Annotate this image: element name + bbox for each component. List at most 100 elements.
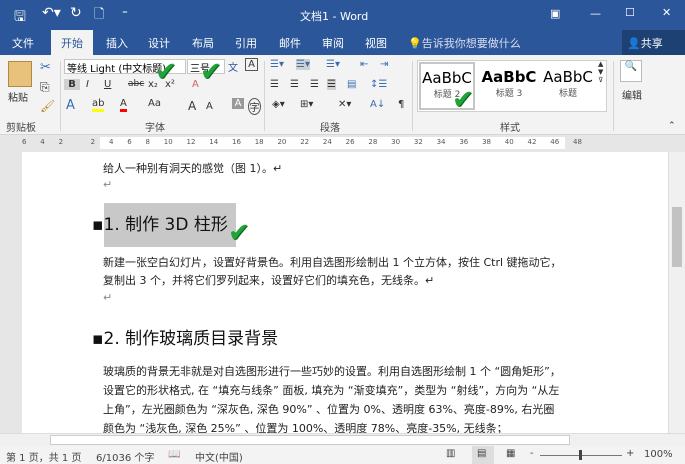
sort-icon[interactable]: A↓ [370,99,385,110]
styles-scroll-up-icon[interactable]: ▲ ▼ ⊽ [598,60,603,84]
tab-layout[interactable]: 布局 [192,35,214,51]
heading-1-text: 1. 制作 3D 柱形 [103,203,236,247]
scroll-thumb[interactable] [672,207,682,267]
editing-button[interactable]: 编辑 [622,87,642,102]
ruler-tick-label: 10 [163,138,173,146]
scroll-thumb[interactable] [50,435,570,445]
strikethrough-button[interactable]: abc [128,79,144,89]
horizontal-ruler[interactable]: 6 4 2 2 4 6 8 10 12 14 16 18 20 22 24 26 28 30 32 34 36 38 40 4… [0,135,685,152]
word-count[interactable]: 6/1036 个字 [96,449,154,464]
clear-formatting-icon[interactable]: A [192,79,199,90]
line-spacing-icon[interactable]: ↕☰ [370,79,387,90]
zoom-slider-thumb[interactable] [579,450,582,460]
close-button[interactable]: ✕ [662,6,671,19]
ribbon-display-icon[interactable]: ▣ [550,7,560,20]
align-left-icon[interactable]: ☰ [270,79,279,90]
maximize-button[interactable]: ☐ [625,6,635,19]
ruler-tick-label: 14 [209,138,219,146]
print-preview-icon[interactable]: 🗋 [94,5,104,27]
tab-references[interactable]: 引用 [235,35,257,51]
tab-insert[interactable]: 插入 [106,35,128,51]
proofing-icon[interactable]: 📖 [168,449,180,460]
numbering-icon[interactable]: ☰▾ [296,59,310,70]
highlight-icon[interactable]: ab [92,98,105,112]
show-marks-icon[interactable]: ¶ [398,99,404,110]
title-bar: 🖫 ↶▾ ↻ 🗋 ⁼ 文档1 - Word ▣ — ☐ ✕ [0,0,685,30]
zoom-in-button[interactable]: + [626,448,634,459]
asian-layout-icon[interactable]: ✕▾ [338,99,351,110]
style-heading-3[interactable]: AaBbC 标题 3 [478,64,540,110]
tab-design[interactable]: 设计 [148,35,170,51]
checkmark-icon: ✔ [200,57,222,87]
paste-icon[interactable] [8,61,32,87]
paragraph-mark: ↵ [103,291,113,304]
ruler-tick-label: 46 [550,138,560,146]
align-center-icon[interactable]: ☰ [290,79,299,90]
bullets-icon[interactable]: ☰▾ [270,59,284,70]
window-title: 文档1 - Word [300,10,369,23]
change-case-button[interactable]: Aa [148,98,161,109]
style-title[interactable]: AaBbC 标题 [540,64,596,110]
ruler-tick-label: 42 [527,138,537,146]
ruler-tick-label: 34 [436,138,446,146]
text-effects-icon[interactable]: A [66,98,75,113]
bold-button[interactable]: B [64,79,80,90]
copy-icon[interactable]: ⎘ [40,80,50,95]
italic-button[interactable]: I [86,79,89,90]
distributed-icon[interactable]: ▤ [347,79,356,90]
ruler-tick-label: 16 [231,138,241,146]
vertical-scrollbar[interactable] [668,152,685,433]
style-name: 标题 3 [495,89,523,99]
language[interactable]: 中文(中国) [195,449,243,464]
read-mode-icon[interactable]: ▥ [446,448,455,459]
tab-mailings[interactable]: 邮件 [279,35,301,51]
align-right-icon[interactable]: ☰ [310,79,319,90]
character-border-icon[interactable]: A [245,58,258,71]
phonetic-guide-icon[interactable]: 文 [228,59,238,74]
style-preview: AaBbC [543,68,593,86]
tab-home[interactable]: 开始 [51,30,93,55]
horizontal-scrollbar[interactable] [0,433,685,446]
cut-icon[interactable]: ✂ [40,60,51,75]
justify-icon[interactable]: ☰ [327,79,336,90]
tell-me-search[interactable]: 💡告诉我你想要做什么 [408,35,521,51]
collapse-ribbon-icon[interactable]: ⌃ [668,121,676,131]
enclose-characters-icon[interactable]: 字 [248,98,261,115]
font-group-label: 字体 [145,123,165,134]
shading-icon[interactable]: ◈▾ [272,99,285,110]
underline-button[interactable]: U [104,79,111,90]
grow-font-button[interactable]: A [188,99,196,113]
font-color-icon[interactable]: A [120,98,127,112]
save-icon[interactable]: 🖫 [14,6,26,30]
paragraph-text: 新建一张空白幻灯片，设置好背景色。利用自选图形绘制出 1 个立方体，按住 Ctr… [103,256,562,287]
format-painter-icon[interactable]: 🖌 [40,99,55,113]
borders-icon[interactable]: ⊞▾ [300,99,313,110]
multilevel-list-icon[interactable]: ☰▾ [326,59,340,70]
vertical-ruler[interactable] [0,152,22,433]
tab-view[interactable]: 视图 [365,35,387,51]
ruler-tick-label: 30 [391,138,401,146]
document-page[interactable]: 给人一种别有洞天的感觉（图 1）。↵ ↵ ▪1. 制作 3D 柱形 ✔ 新建一张… [0,152,668,435]
increase-indent-icon[interactable]: ⇥ [380,59,388,70]
tell-me-text: 告诉我你想要做什么 [421,37,521,50]
character-shading-icon[interactable]: A [232,98,244,109]
find-icon[interactable]: 🔍 [620,60,642,82]
zoom-level[interactable]: 100% [644,449,673,460]
customize-qat-icon[interactable]: ⁼ [122,7,128,20]
minimize-button[interactable]: — [590,7,601,20]
print-layout-icon[interactable]: ▤ [472,446,494,464]
shrink-font-button[interactable]: A [206,101,213,112]
undo-icon[interactable]: ↶▾ [42,5,61,21]
ruler-tick-label: 8 [145,138,150,146]
tab-file[interactable]: 文件 [12,35,34,51]
zoom-out-button[interactable]: - [530,448,534,459]
web-layout-icon[interactable]: ▦ [506,448,515,459]
decrease-indent-icon[interactable]: ⇤ [360,59,368,70]
tab-review[interactable]: 审阅 [322,35,344,51]
page-count[interactable]: 第 1 页，共 1 页 [6,449,81,464]
redo-icon[interactable]: ↻ [70,5,82,21]
ruler-tick-label: 6 [22,138,27,146]
style-preview: AaBbC [481,68,537,86]
paste-button[interactable]: 粘贴 [8,89,28,104]
share-button[interactable]: 👤共享 [622,30,685,55]
